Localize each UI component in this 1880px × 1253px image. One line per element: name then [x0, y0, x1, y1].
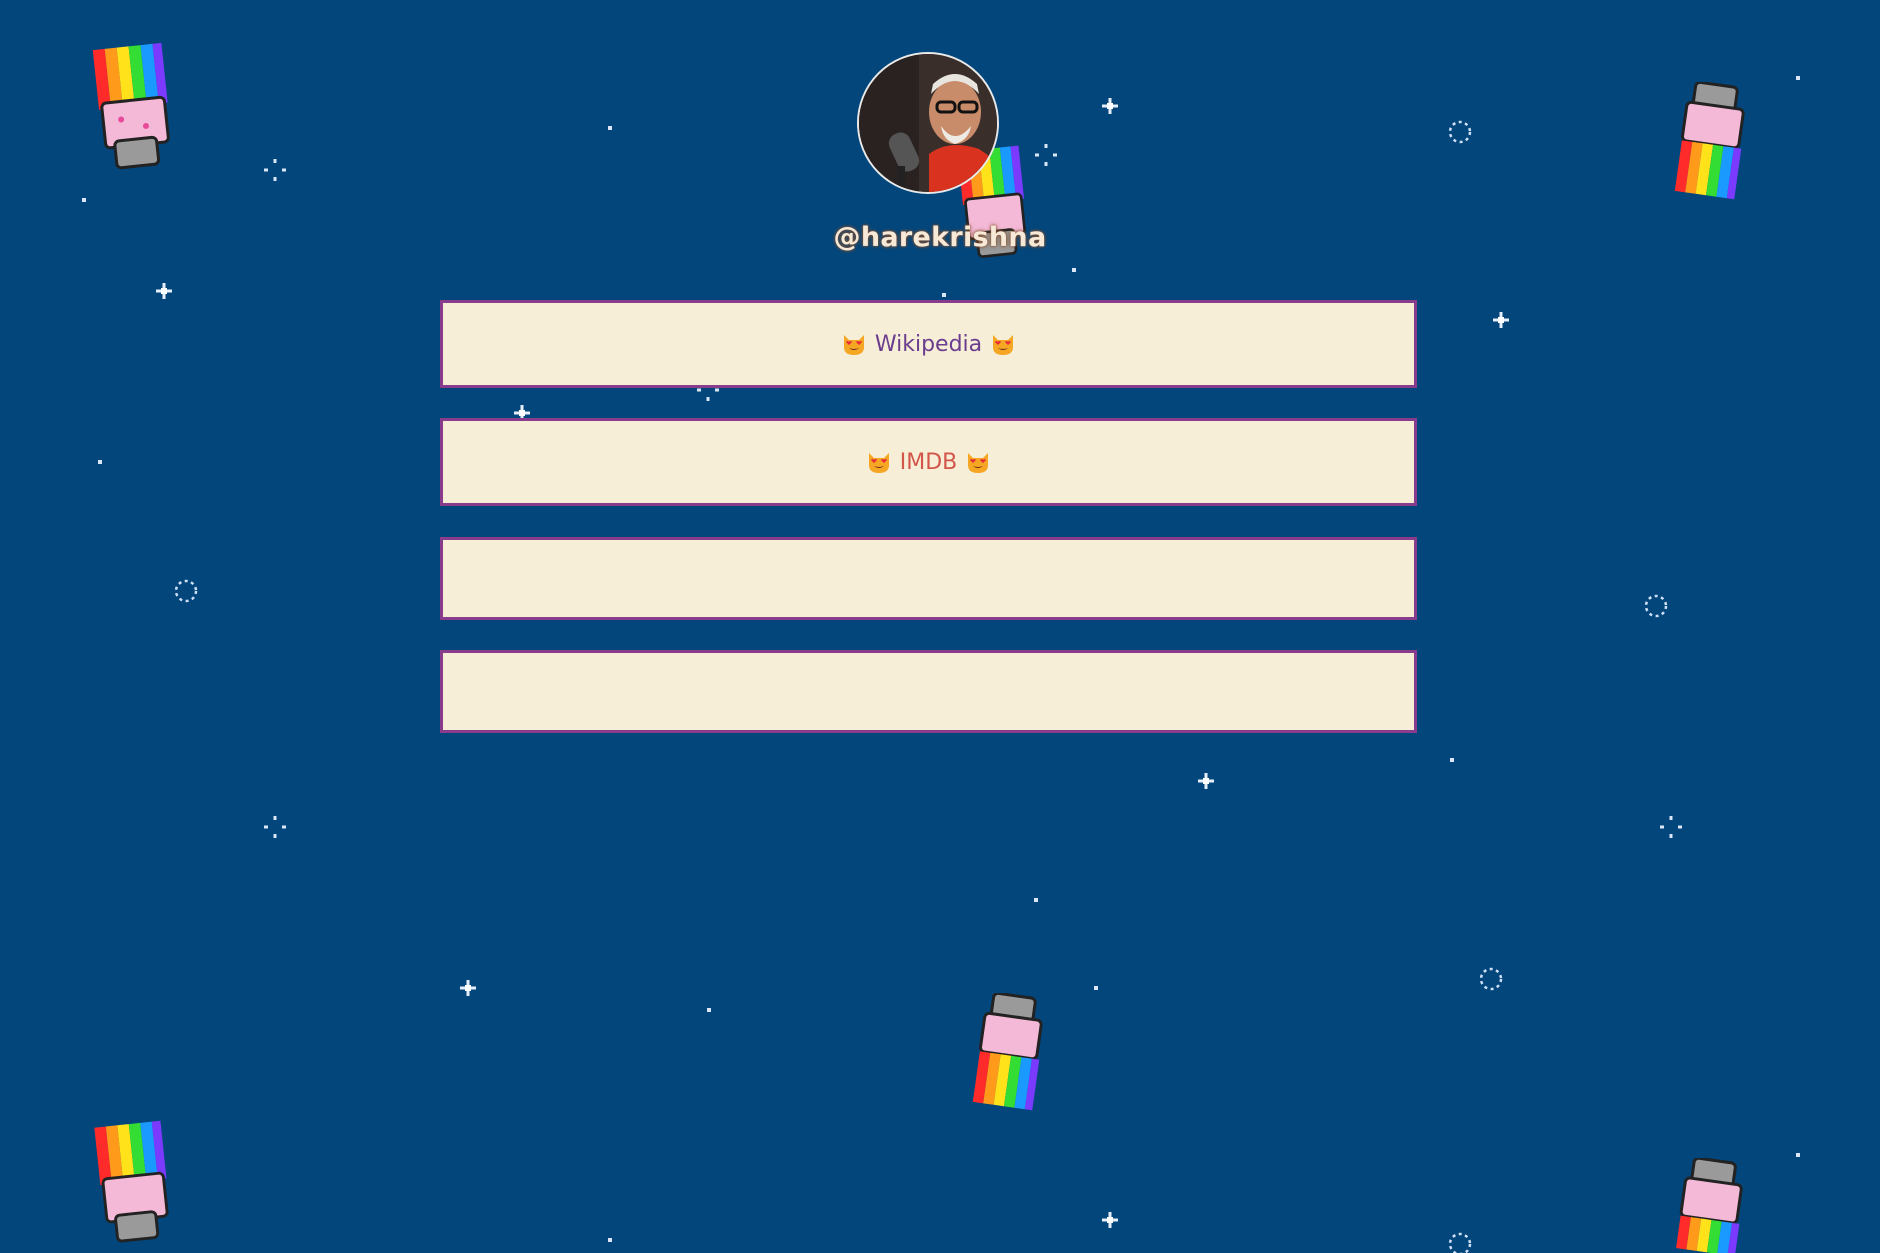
profile-handle: @harekrishna: [833, 222, 1047, 253]
heart-eyes-cat-emoji-icon: [993, 335, 1014, 355]
profile-avatar: [857, 52, 999, 194]
heart-eyes-cat-emoji-icon: [843, 335, 864, 355]
nyan-cat-icon: [94, 1120, 169, 1243]
link-label-wikipedia: Wikipedia: [874, 331, 983, 357]
nyan-cat-icon: [1676, 1158, 1743, 1253]
nyan-cat-icon: [972, 993, 1043, 1111]
avatar-photo: [859, 54, 997, 192]
link-button-wikipedia[interactable]: Wikipedia: [440, 300, 1417, 388]
link-button-empty[interactable]: [440, 537, 1417, 620]
heart-eyes-cat-emoji-icon: [968, 453, 989, 473]
link-button-imdb[interactable]: IMDB: [440, 418, 1417, 506]
nyan-cat-icon: [92, 42, 170, 170]
link-button-empty[interactable]: [440, 650, 1417, 733]
heart-eyes-cat-emoji-icon: [868, 453, 889, 473]
nyan-cat-icon: [1674, 82, 1745, 200]
link-label-imdb: IMDB: [899, 449, 958, 475]
